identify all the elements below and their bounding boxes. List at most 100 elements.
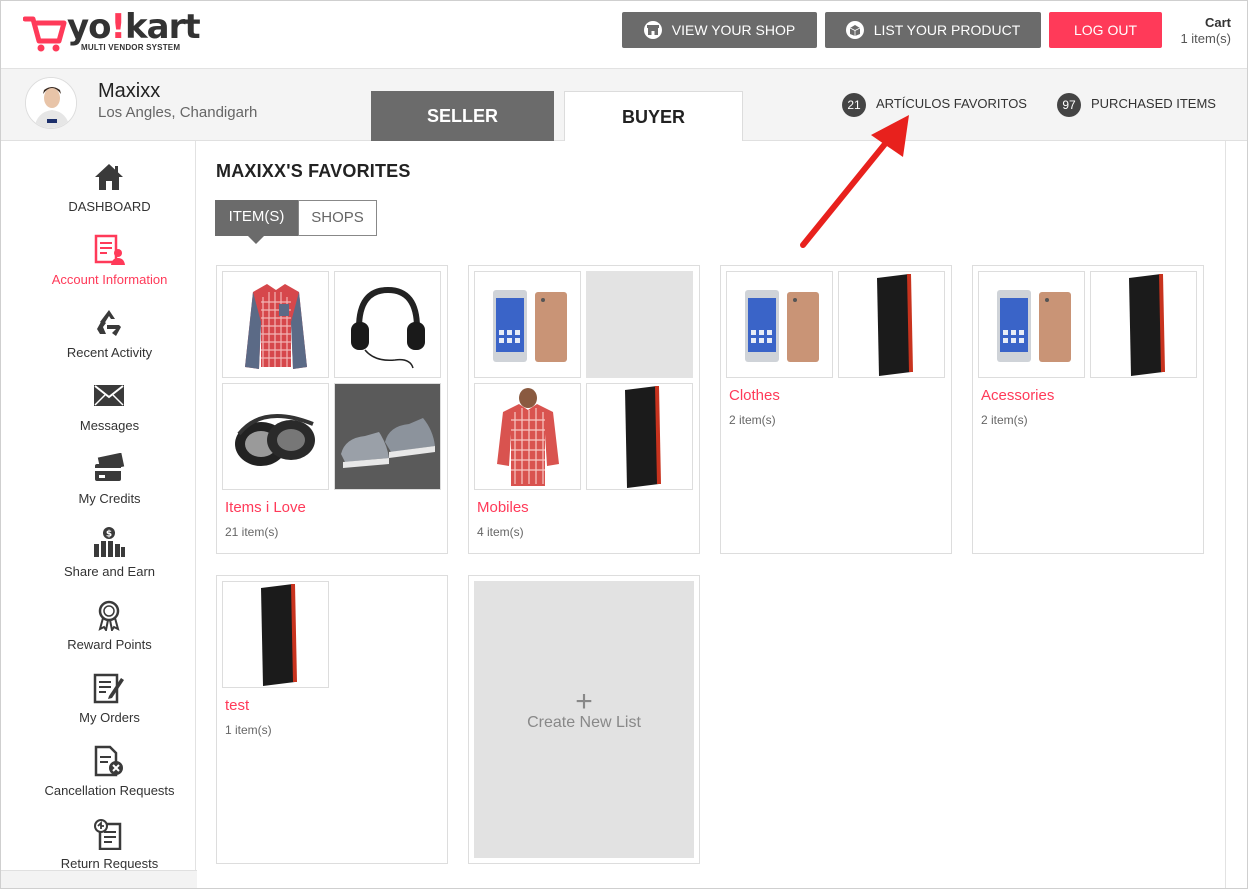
profile-band: Maxixx Los Angles, Chandigarh SELLER BUY… xyxy=(1,69,1247,142)
purchased-stat[interactable]: 97 PURCHASED ITEMS xyxy=(1057,91,1216,117)
product-thumbnail-empty xyxy=(586,271,693,378)
annotation-arrow-icon xyxy=(800,115,909,248)
sidebar-item-label: Share and Earn xyxy=(63,564,156,579)
return-doc-icon xyxy=(94,819,122,850)
product-thumbnail xyxy=(838,271,945,378)
logout-button[interactable]: LOG OUT xyxy=(1049,12,1162,48)
product-thumbnail xyxy=(586,383,693,490)
cart-title: Cart xyxy=(1204,15,1231,30)
user-location: Los Angles, Chandigarh xyxy=(98,104,258,121)
favorite-list-card[interactable]: test 1 item(s) xyxy=(216,575,448,864)
user-name: Maxixx xyxy=(98,80,161,102)
sidebar-item-label: My Credits xyxy=(78,491,141,506)
sidebar-item-my-credits[interactable]: My Credits xyxy=(1,453,196,526)
sidebar-item-account-information[interactable]: Account Information xyxy=(1,234,196,307)
phones-image xyxy=(997,290,1071,362)
list-item-count: 1 item(s) xyxy=(225,723,272,737)
product-thumbnail xyxy=(474,271,581,378)
logo-tagline: MULTI VENDOR SYSTEM xyxy=(81,43,181,52)
recycle-icon xyxy=(97,310,121,336)
headphones-image xyxy=(351,286,425,369)
favorite-list-card[interactable]: Items i Love 21 item(s) xyxy=(216,265,448,554)
home-icon xyxy=(95,164,123,190)
plus-icon: + xyxy=(575,685,593,718)
sidebar-item-label: DASHBOARD xyxy=(68,199,151,214)
svg-text:$: $ xyxy=(106,530,112,540)
black-phone-image xyxy=(625,386,661,488)
sidebar-item-dashboard[interactable]: DASHBOARD xyxy=(1,161,196,234)
list-name[interactable]: Items i Love xyxy=(225,499,306,516)
sidebar-item-label: Return Requests xyxy=(60,856,159,871)
black-phone-image xyxy=(261,584,297,686)
sidebar-item-reward-points[interactable]: Reward Points xyxy=(1,599,196,672)
sidebar-item-my-orders[interactable]: My Orders xyxy=(1,672,196,745)
box-icon xyxy=(845,21,864,39)
favorite-list-card[interactable]: Mobiles 4 item(s) xyxy=(468,265,700,554)
account-icon xyxy=(94,234,125,265)
list-name[interactable]: Clothes xyxy=(729,387,780,404)
product-thumbnail xyxy=(222,581,329,688)
page-title: MAXIXX'S FAVORITES xyxy=(216,161,411,181)
purchased-count-badge: 97 xyxy=(1057,92,1081,117)
sidebar-item-label: Cancellation Requests xyxy=(44,783,175,798)
top-header: yo!kart MULTI VENDOR SYSTEM VIEW YOUR SH… xyxy=(1,1,1247,69)
list-item-count: 2 item(s) xyxy=(729,413,776,427)
sidebar-item-label: My Orders xyxy=(79,710,140,725)
sidebar-item-messages[interactable]: Messages xyxy=(1,380,196,453)
list-product-label: LIST YOUR PRODUCT xyxy=(873,22,1021,38)
sidebar-item-share-and-earn[interactable]: $ Share and Earn xyxy=(1,526,196,599)
view-shop-button[interactable]: VIEW YOUR SHOP xyxy=(622,12,817,48)
phones-image xyxy=(745,290,819,362)
purchased-stat-label: PURCHASED ITEMS xyxy=(1091,96,1216,111)
create-new-list-area[interactable]: + Create New List xyxy=(474,581,694,858)
tab-items[interactable]: ITEM(S) xyxy=(215,200,298,244)
tab-seller[interactable]: SELLER xyxy=(371,91,554,141)
list-item-count: 21 item(s) xyxy=(225,525,279,539)
cart-count: 1 item(s) xyxy=(1180,31,1231,46)
avatar[interactable] xyxy=(25,77,77,129)
sidebar-item-cancellation-requests[interactable]: Cancellation Requests xyxy=(1,745,196,818)
cart-summary[interactable]: Cart 1 item(s) xyxy=(1171,15,1231,46)
product-thumbnail xyxy=(334,383,441,490)
shop-icon xyxy=(643,21,662,39)
list-item-count: 2 item(s) xyxy=(981,413,1028,427)
list-name[interactable]: Acessories xyxy=(981,387,1054,404)
share-earn-icon: $ xyxy=(94,527,125,557)
product-thumbnail xyxy=(222,271,329,378)
logo-wordmark: yo!kart xyxy=(67,7,201,47)
list-product-button[interactable]: LIST YOUR PRODUCT xyxy=(825,12,1041,48)
tab-shops[interactable]: SHOPS xyxy=(298,200,377,236)
create-new-list-card[interactable]: + Create New List xyxy=(468,575,700,864)
yokart-logo[interactable]: yo!kart MULTI VENDOR SYSTEM xyxy=(23,7,201,55)
headset-image xyxy=(235,414,315,466)
orders-icon xyxy=(93,673,124,704)
list-name[interactable]: test xyxy=(225,697,249,714)
tab-buyer[interactable]: BUYER xyxy=(564,91,743,142)
sidebar-item-label: Recent Activity xyxy=(66,345,153,360)
credit-card-icon xyxy=(95,453,125,481)
phones-image xyxy=(493,290,567,362)
cancel-doc-icon xyxy=(94,745,123,777)
product-thumbnail xyxy=(334,271,441,378)
sidebar-item-label: Reward Points xyxy=(67,637,152,652)
envelope-icon xyxy=(94,385,124,406)
black-phone-image xyxy=(877,274,913,376)
view-shop-label: VIEW YOUR SHOP xyxy=(671,22,796,38)
product-thumbnail xyxy=(978,271,1085,378)
cart-logo-icon xyxy=(23,16,67,52)
product-thumbnail xyxy=(1090,271,1197,378)
favorite-list-card[interactable]: Clothes 2 item(s) xyxy=(720,265,952,554)
page-frame: yo!kart MULTI VENDOR SYSTEM VIEW YOUR SH… xyxy=(0,0,1248,889)
list-item-count: 4 item(s) xyxy=(477,525,524,539)
favorite-list-card[interactable]: Acessories 2 item(s) xyxy=(972,265,1204,554)
award-icon xyxy=(98,600,120,631)
black-phone-image xyxy=(1129,274,1165,376)
product-thumbnail xyxy=(222,383,329,490)
content-divider xyxy=(1225,141,1226,888)
list-name[interactable]: Mobiles xyxy=(477,499,529,516)
create-new-list-label: Create New List xyxy=(527,714,641,731)
sidebar-item-label: Messages xyxy=(79,418,140,433)
sidebar-item-recent-activity[interactable]: Recent Activity xyxy=(1,307,196,380)
product-thumbnail xyxy=(474,383,581,490)
sneakers-image xyxy=(335,384,440,489)
